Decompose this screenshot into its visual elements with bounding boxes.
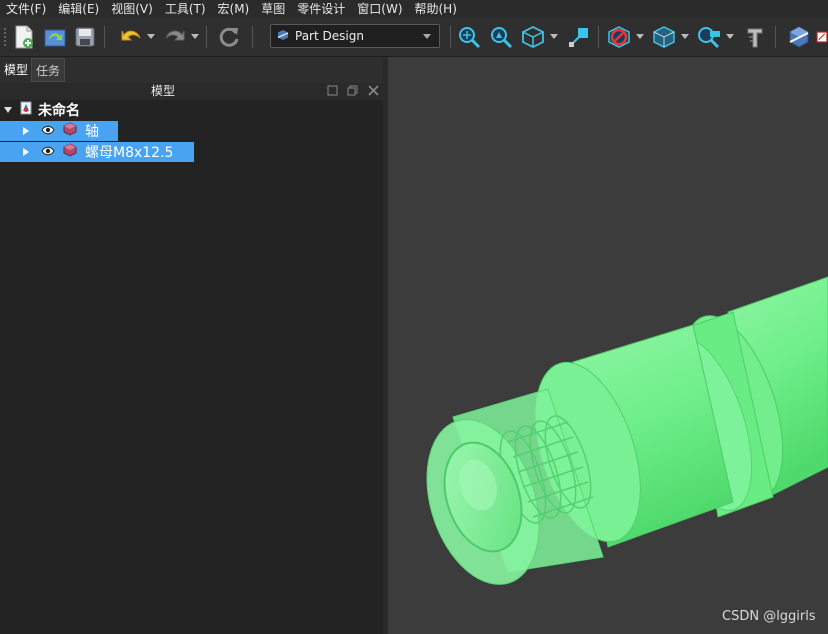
minimize-icon [327, 85, 337, 96]
visibility-eye-icon[interactable] [41, 144, 55, 160]
draw-style-icon [608, 26, 630, 48]
3d-viewport[interactable] [388, 57, 828, 634]
panel-float-button[interactable] [346, 85, 358, 97]
panel-close-button[interactable] [367, 85, 379, 97]
measure-icon [569, 28, 588, 47]
toolbar-separator [450, 26, 451, 48]
sketch-button[interactable] [816, 24, 828, 50]
toolbar-grip[interactable] [4, 28, 8, 46]
menu-file[interactable]: 文件(F) [0, 0, 52, 18]
redo-icon [165, 30, 185, 41]
visibility-eye-icon[interactable] [41, 123, 55, 139]
workbench-selector[interactable]: Part Design [270, 24, 440, 48]
tree-item-label: 螺母M8x12.5 [85, 145, 174, 161]
document-icon [20, 101, 32, 119]
refresh-icon [219, 27, 239, 47]
panel-minimize-button[interactable] [326, 85, 338, 97]
undo-icon [121, 30, 141, 41]
tree-item-nut[interactable]: 螺母M8x12.5 [0, 142, 194, 162]
chevron-down-icon [423, 34, 431, 39]
part-design-body-button[interactable] [786, 24, 812, 50]
toolbar-separator [598, 26, 599, 48]
panel-tab-bar: 模型 任务 [0, 57, 383, 83]
new-document-button[interactable] [11, 24, 37, 50]
menu-view[interactable]: 视图(V) [105, 0, 159, 18]
combo-view-panel: 模型 任务 模型 未命名 轴 螺母M8x12.5 [0, 57, 383, 634]
tree-item-label: 轴 [85, 124, 99, 140]
toolbar-separator [775, 26, 776, 48]
part-design-workbench-icon [277, 29, 289, 44]
expand-arrow-icon[interactable] [23, 127, 29, 135]
standard-views-button[interactable] [520, 24, 546, 50]
save-icon [75, 27, 95, 47]
fit-all-button[interactable] [456, 24, 482, 50]
redo-button[interactable] [162, 24, 188, 50]
collapse-arrow-icon[interactable] [4, 107, 12, 113]
draw-style-dropdown-arrow[interactable] [636, 34, 644, 39]
close-icon [367, 85, 379, 96]
menu-edit[interactable]: 编辑(E) [52, 0, 105, 18]
zoom-dropdown-arrow[interactable] [726, 34, 734, 39]
float-icon [347, 85, 357, 96]
fit-selection-button[interactable] [488, 24, 514, 50]
bounding-box-dropdown-arrow[interactable] [681, 34, 689, 39]
document-name: 未命名 [38, 103, 80, 119]
watermark: CSDN @lggirls [722, 609, 816, 624]
menu-tools[interactable]: 工具(T) [159, 0, 212, 18]
part-tools-button[interactable] [742, 24, 768, 50]
bounding-box-button[interactable] [651, 24, 677, 50]
toolbar-separator [104, 26, 105, 48]
zoom-fit-selection-icon [491, 27, 513, 49]
undo-button[interactable] [118, 24, 144, 50]
open-icon [44, 29, 66, 47]
panel-header: 模型 [0, 83, 383, 100]
save-button[interactable] [72, 24, 98, 50]
expand-arrow-icon[interactable] [23, 148, 29, 156]
body-feature-icon [63, 143, 77, 161]
body-icon [789, 26, 809, 48]
panel-header-title: 模型 [151, 84, 176, 98]
tab-tasks[interactable]: 任务 [31, 58, 66, 82]
tab-model[interactable]: 模型 [0, 58, 33, 82]
toolbar-separator [206, 26, 207, 48]
zoom-icon [698, 27, 720, 49]
menu-bar: 文件(F) 编辑(E) 视图(V) 工具(T) 宏(M) 草图 零件设计 窗口(… [0, 0, 828, 18]
menu-sketch[interactable]: 草图 [255, 0, 291, 18]
refresh-button[interactable] [216, 24, 242, 50]
menu-window[interactable]: 窗口(W) [351, 0, 408, 18]
tree-item-shaft[interactable]: 轴 [0, 121, 118, 141]
workbench-label: Part Design [295, 29, 364, 43]
isometric-cube-icon [522, 25, 544, 49]
redo-dropdown-arrow[interactable] [191, 34, 199, 39]
menu-part-design[interactable]: 零件设计 [291, 0, 351, 18]
caliper-icon [747, 28, 763, 48]
toolbar-separator [252, 26, 253, 48]
sketch-icon [816, 31, 828, 43]
shaft-nut-3d-model [426, 276, 828, 585]
zoom-fit-all-icon [459, 27, 481, 49]
new-document-icon [15, 25, 33, 49]
body-feature-icon [63, 122, 77, 140]
standard-views-dropdown-arrow[interactable] [550, 34, 558, 39]
measure-button[interactable] [566, 24, 592, 50]
tree-root-document[interactable]: 未命名 [0, 100, 383, 120]
undo-dropdown-arrow[interactable] [147, 34, 155, 39]
zoom-button[interactable] [696, 24, 722, 50]
menu-help[interactable]: 帮助(H) [409, 0, 463, 18]
draw-style-button[interactable] [606, 24, 632, 50]
bounding-box-icon [653, 26, 675, 48]
open-button[interactable] [42, 24, 68, 50]
menu-macro[interactable]: 宏(M) [212, 0, 256, 18]
